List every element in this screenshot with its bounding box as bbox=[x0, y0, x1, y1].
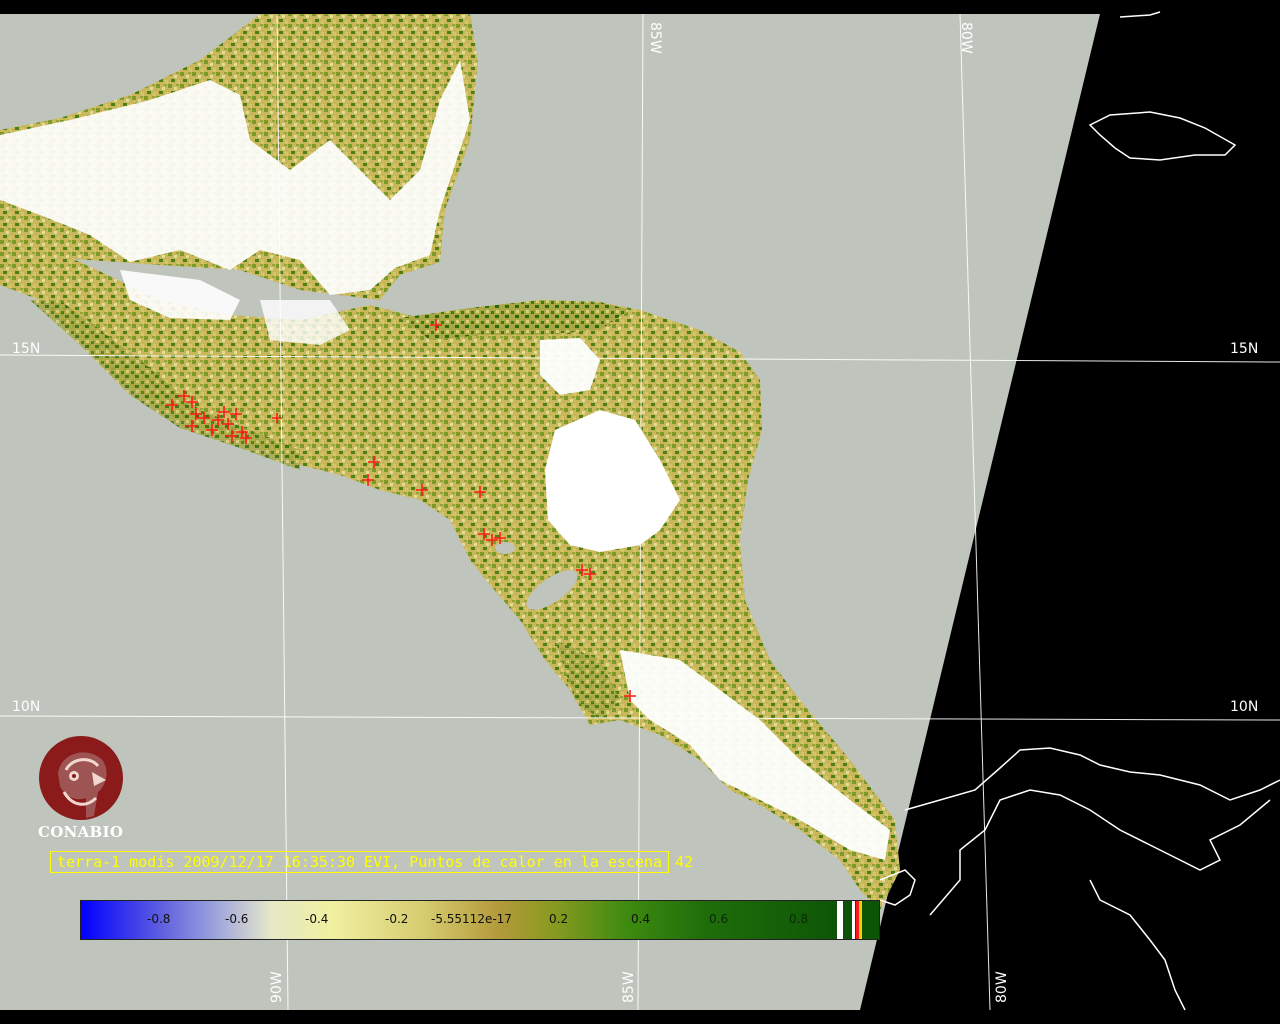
colorbar-tick-label: 0.2 bbox=[549, 912, 569, 926]
colorbar-white-swatch bbox=[852, 901, 855, 939]
map-viewer: 85W 80W 15N 15N 10N 10N 90W 85W 80W CONA… bbox=[0, 0, 1280, 1024]
colorbar-tick-label: -0.4 bbox=[305, 912, 329, 926]
hotspot-count: 42 bbox=[675, 853, 694, 871]
scene-caption-text: terra-1 modis 2009/12/17 16:35:30 EVI, P… bbox=[50, 851, 670, 873]
colorbar-tick-label: -5.55112e-17 bbox=[431, 912, 512, 926]
lon-label-80w-top: 80W bbox=[958, 22, 974, 54]
lat-label-10n-right: 10N bbox=[1230, 699, 1259, 715]
lon-label-80w-bottom: 80W bbox=[994, 971, 1010, 1003]
lake-managua bbox=[495, 542, 515, 554]
lat-label-15n-left: 15N bbox=[12, 341, 41, 357]
colorbar-yellow-swatch bbox=[859, 901, 862, 939]
evi-colorbar: -0.8 -0.6 -0.4 -0.2 -5.55112e-17 0.2 0.4… bbox=[80, 900, 880, 940]
colorbar-tick-label: 0.4 bbox=[631, 912, 651, 926]
lon-label-90w-bottom: 90W bbox=[269, 971, 285, 1003]
colorbar-tick-label: -0.6 bbox=[225, 912, 249, 926]
lon-label-85w-top: 85W bbox=[647, 22, 663, 54]
colorbar-tick-label: 0.8 bbox=[789, 912, 809, 926]
lon-label-85w-bottom: 85W bbox=[621, 971, 637, 1003]
colorbar-tick-label: -0.8 bbox=[147, 912, 171, 926]
colorbar-cloud-swatch bbox=[837, 901, 843, 939]
colorbar-tick-label: -0.2 bbox=[385, 912, 409, 926]
lat-label-10n-left: 10N bbox=[12, 699, 41, 715]
scene-caption: terra-1 modis 2009/12/17 16:35:30 EVI, P… bbox=[50, 851, 693, 873]
colorbar-tick-label: 0.6 bbox=[709, 912, 729, 926]
conabio-logo-text: CONABIO bbox=[38, 823, 124, 841]
lat-label-15n-right: 15N bbox=[1230, 341, 1259, 357]
